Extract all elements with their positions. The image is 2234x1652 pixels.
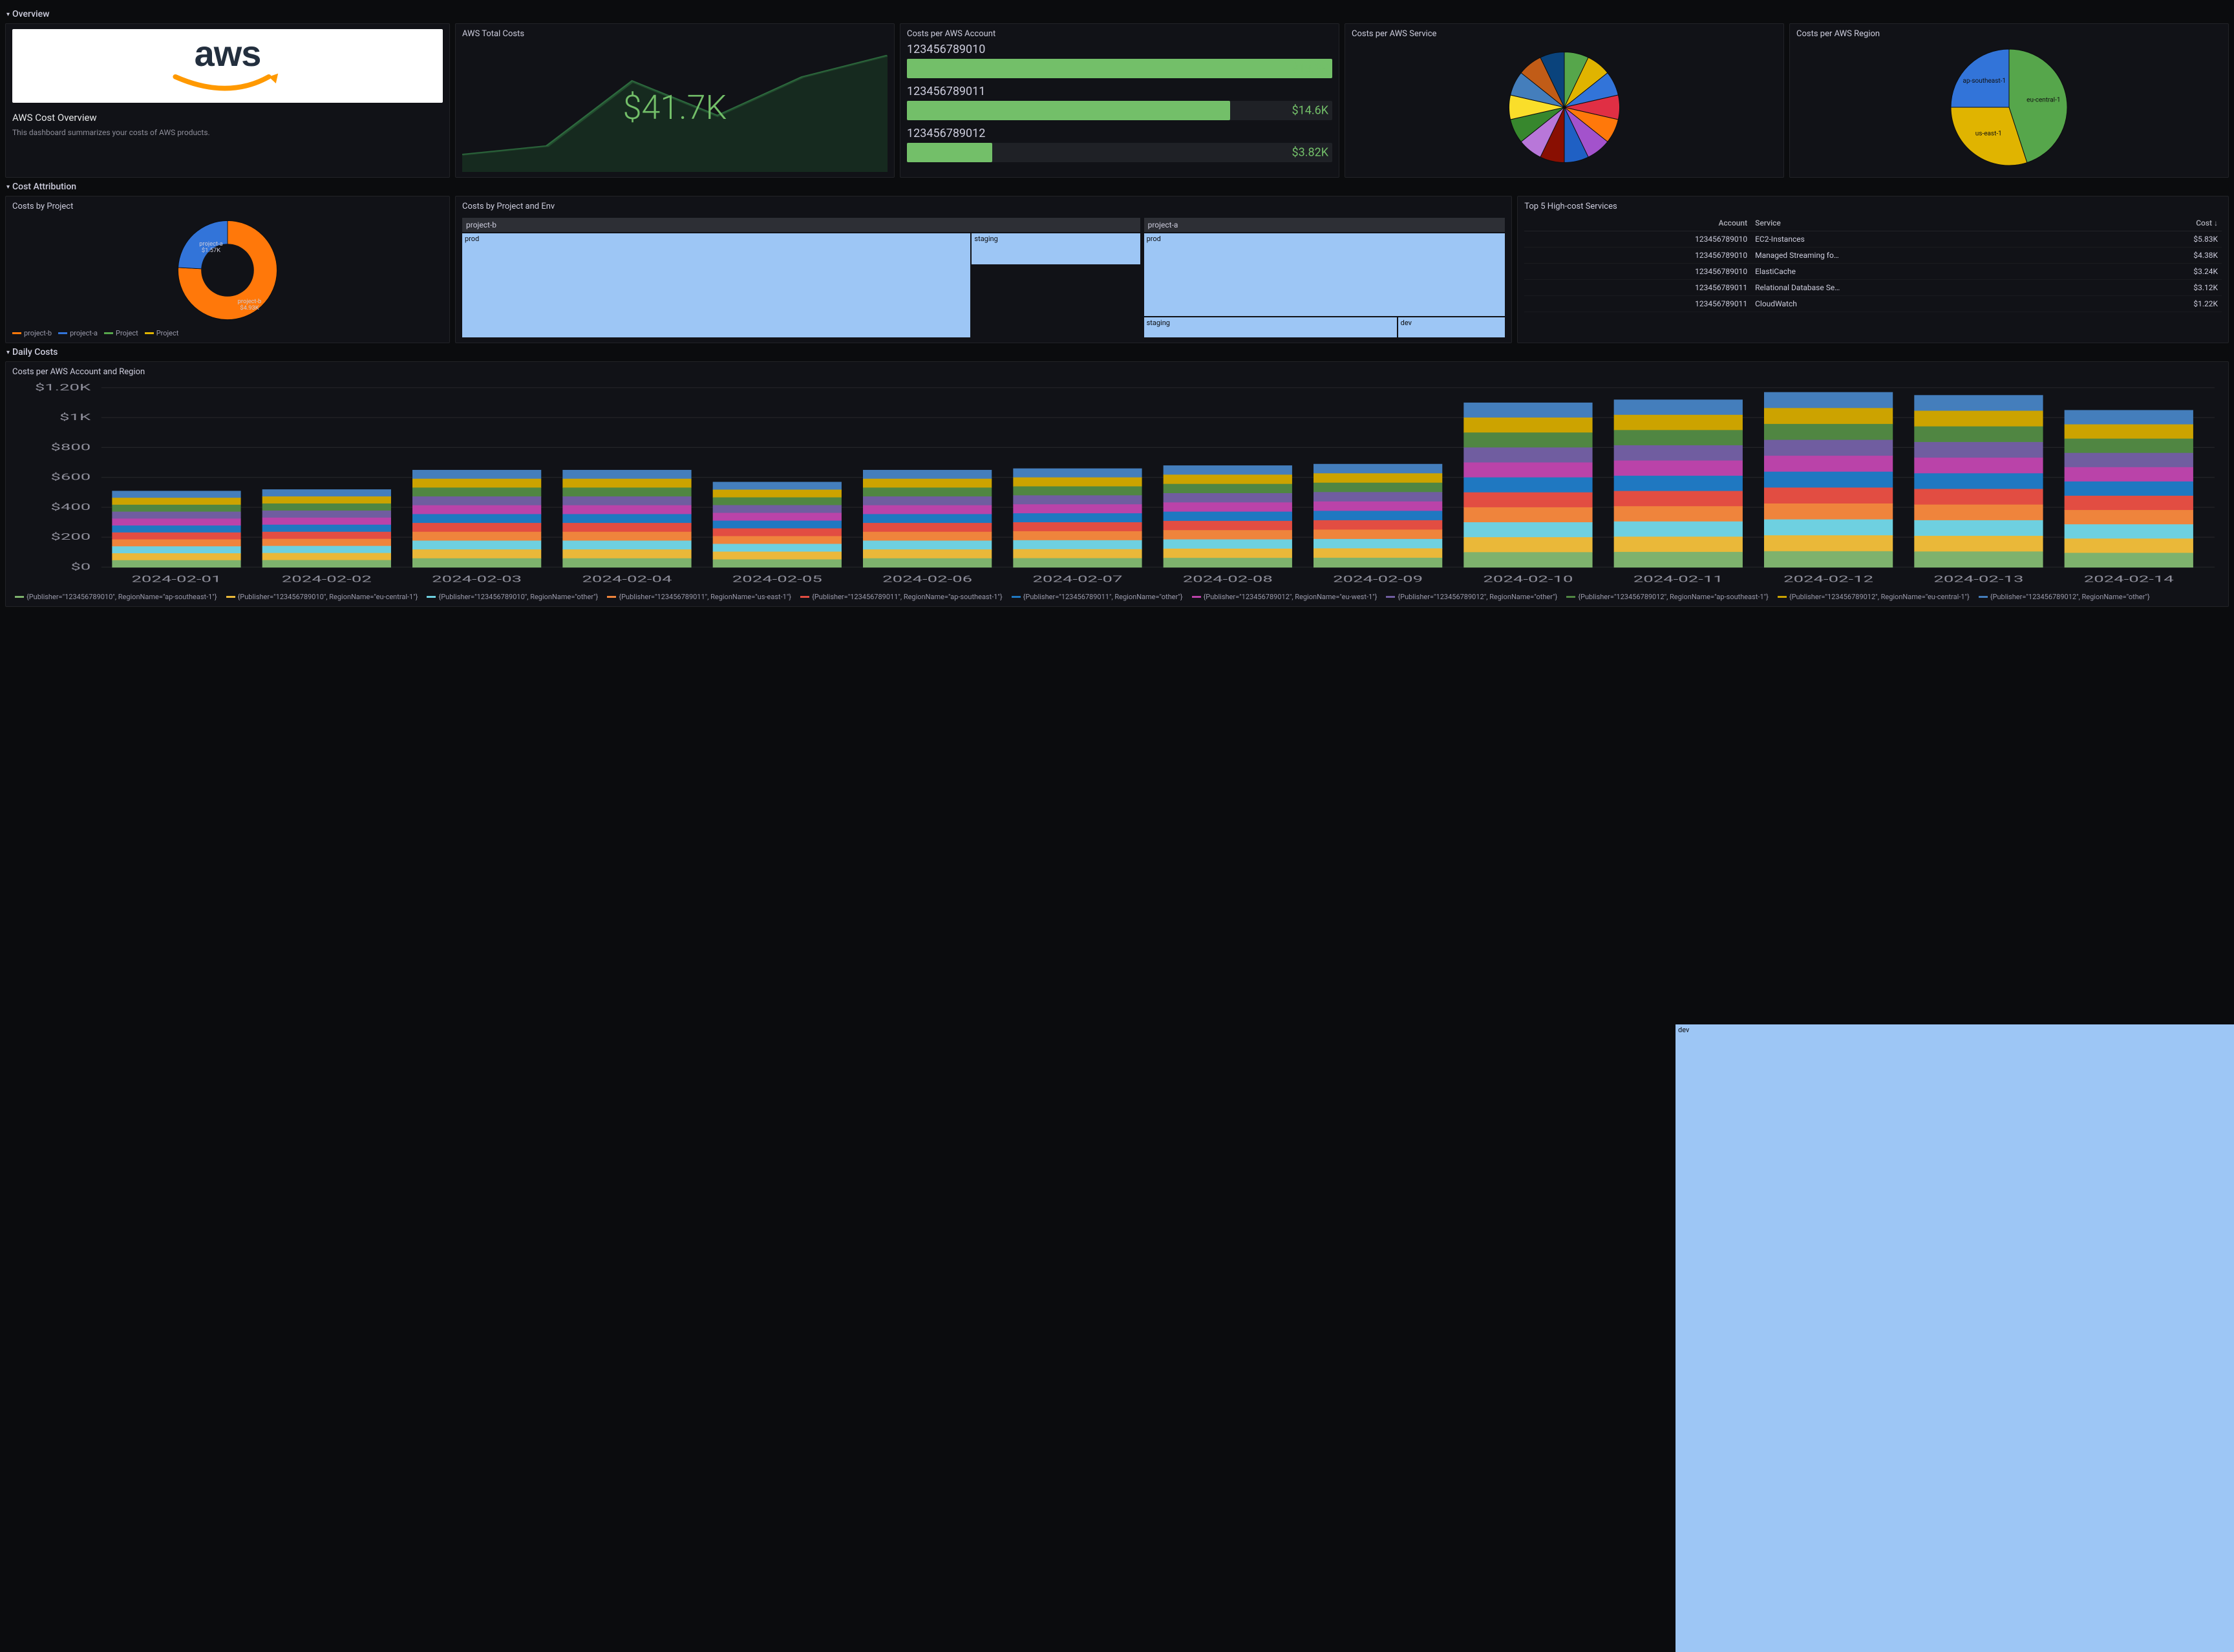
aws-logo: aws	[12, 29, 443, 103]
pie-chart-service	[1503, 46, 1626, 169]
chevron-down-icon: ▾	[6, 11, 10, 18]
account-bar-row: 123456789011 $14.6K	[907, 85, 1332, 120]
panel-logo: aws AWS Cost Overview This dashboard sum…	[5, 23, 450, 178]
svg-text:$400: $400	[50, 502, 90, 512]
legend-item[interactable]: {Publisher="123456789010", RegionName="o…	[427, 593, 598, 601]
svg-text:2024-02-03: 2024-02-03	[432, 575, 522, 584]
chevron-down-icon: ▾	[6, 349, 10, 356]
legend-item[interactable]: project-b	[12, 329, 52, 337]
svg-text:2024-02-13: 2024-02-13	[1933, 575, 2023, 584]
svg-text:2024-02-04: 2024-02-04	[582, 575, 672, 584]
legend-item[interactable]: {Publisher="123456789012", RegionName="o…	[1386, 593, 1557, 601]
panel-title: AWS Total Costs	[462, 29, 888, 39]
treemap-header: project-b	[462, 218, 1140, 232]
legend: {Publisher="123456789010", RegionName="a…	[12, 589, 2222, 601]
legend-item[interactable]: Project	[104, 329, 138, 337]
panel-title: Top 5 High-cost Services	[1524, 202, 2222, 211]
legend-item[interactable]: {Publisher="123456789010", RegionName="e…	[226, 593, 418, 601]
panel-total-costs[interactable]: AWS Total Costs $41.7K	[455, 23, 895, 178]
svg-text:2024-02-14: 2024-02-14	[2084, 575, 2174, 584]
aws-swoosh-icon	[173, 70, 282, 96]
svg-text:$800: $800	[50, 443, 90, 452]
legend-item[interactable]: {Publisher="123456789011", RegionName="a…	[800, 593, 1003, 601]
stacked-bar-chart: $0 $200 $400 $600 $800 $1K $1.20K 2024-02-01 202…	[12, 381, 2222, 589]
svg-text:2024-02-07: 2024-02-07	[1032, 575, 1122, 584]
treemap-header: project-a	[1144, 218, 1505, 232]
svg-text:2024-02-02: 2024-02-02	[282, 575, 372, 584]
legend-item[interactable]: {Publisher="123456789010", RegionName="a…	[15, 593, 217, 601]
svg-text:2024-02-08: 2024-02-08	[1183, 575, 1273, 584]
section-daily-title: Daily Costs	[12, 347, 58, 357]
section-overview-title: Overview	[12, 9, 49, 19]
donut-chart: project-a$1.57K project-b$4.93K	[173, 215, 282, 325]
svg-text:$0: $0	[70, 562, 90, 572]
panel-title: Costs per AWS Account	[907, 29, 1332, 39]
account-bar-row: 123456789012 $3.82K	[907, 127, 1332, 162]
panel-title: Costs per AWS Region	[1796, 29, 2222, 39]
svg-text:$1.20K: $1.20K	[35, 383, 91, 392]
table-row[interactable]: 123456789011CloudWatch$1.22K	[1524, 296, 2222, 312]
svg-text:2024-02-01: 2024-02-01	[131, 575, 221, 584]
legend-item[interactable]: project-a	[58, 329, 98, 337]
panel-top-services[interactable]: Top 5 High-cost Services AccountServiceC…	[1517, 196, 2229, 343]
column-header[interactable]: Service	[1751, 215, 2100, 231]
panel-per-service[interactable]: Costs per AWS Service	[1345, 23, 1784, 178]
panel-per-account[interactable]: Costs per AWS Account 123456789010 $19.3…	[900, 23, 1339, 178]
top-services-table: AccountServiceCost ↓ 123456789010EC2-Ins…	[1524, 215, 2222, 312]
svg-text:$200: $200	[50, 532, 90, 542]
svg-text:eu-central-1: eu-central-1	[2027, 97, 2060, 104]
svg-text:2024-02-12: 2024-02-12	[1783, 575, 1873, 584]
panel-title: Costs by Project and Env	[462, 202, 1505, 211]
table-row[interactable]: 123456789010EC2-Instances$5.83K	[1524, 231, 2222, 248]
legend-item[interactable]: {Publisher="123456789011", RegionName="o…	[1012, 593, 1183, 601]
legend-item[interactable]: {Publisher="123456789012", RegionName="a…	[1566, 593, 1769, 601]
legend-item[interactable]: {Publisher="123456789012", RegionName="e…	[1778, 593, 1970, 601]
legend-item[interactable]: {Publisher="123456789012", RegionName="e…	[1192, 593, 1378, 601]
section-attribution-title: Cost Attribution	[12, 182, 76, 192]
svg-text:project-b$4.93K: project-b$4.93K	[238, 298, 262, 312]
legend-item[interactable]: {Publisher="123456789012", RegionName="o…	[1979, 593, 2150, 601]
table-row[interactable]: 123456789011Relational Database Se…$3.12…	[1524, 280, 2222, 296]
svg-text:$600: $600	[50, 472, 90, 482]
panel-title: Costs per AWS Service	[1352, 29, 1777, 39]
account-bar-row: 123456789010 $19.3K	[907, 43, 1332, 78]
legend-item[interactable]: Project	[145, 329, 179, 337]
section-daily-header[interactable]: ▾ Daily Costs	[5, 343, 2229, 361]
svg-text:2024-02-05: 2024-02-05	[732, 575, 822, 584]
svg-text:us-east-1: us-east-1	[1975, 131, 2002, 138]
column-header[interactable]: Cost ↓	[2100, 215, 2222, 231]
treemap-col-project-b: project-b prod staging dev	[462, 218, 1140, 337]
total-cost-value: $41.7K	[623, 88, 727, 127]
panel-daily[interactable]: Costs per AWS Account and Region $0$200$…	[5, 361, 2229, 607]
panel-by-project[interactable]: Costs by Project project-a$1.57Kproject-…	[5, 196, 450, 343]
section-attribution-header[interactable]: ▾ Cost Attribution	[5, 178, 2229, 196]
svg-text:2024-02-10: 2024-02-10	[1483, 575, 1573, 584]
section-overview-header[interactable]: ▾ Overview	[5, 5, 2229, 23]
svg-text:2024-02-11: 2024-02-11	[1633, 575, 1723, 584]
svg-text:2024-02-06: 2024-02-06	[882, 575, 972, 584]
panel-title: Costs per AWS Account and Region	[12, 367, 2222, 377]
panel-by-project-env[interactable]: Costs by Project and Env project-b prod …	[455, 196, 1512, 343]
svg-text:2024-02-09: 2024-02-09	[1333, 575, 1423, 584]
column-header[interactable]: Account	[1524, 215, 1751, 231]
table-row[interactable]: 123456789010Managed Streaming fo…$4.38K	[1524, 248, 2222, 264]
treemap-col-project-a: project-a prod staging dev	[1144, 218, 1505, 337]
table-row[interactable]: 123456789010ElastiCache$3.24K	[1524, 264, 2222, 280]
svg-text:$1K: $1K	[59, 412, 91, 422]
chevron-down-icon: ▾	[6, 184, 10, 191]
svg-text:ap-southeast-1: ap-southeast-1	[1963, 78, 2006, 85]
panel-title: Costs by Project	[12, 202, 443, 211]
overview-title: AWS Cost Overview	[12, 112, 443, 123]
svg-text:project-a$1.57K: project-a$1.57K	[199, 240, 222, 254]
legend-item[interactable]: {Publisher="123456789011", RegionName="u…	[607, 593, 791, 601]
panel-per-region[interactable]: Costs per AWS Region eu-central-1 us-east…	[1789, 23, 2229, 178]
legend: project-b project-a Project Project	[12, 325, 443, 337]
overview-desc: This dashboard summarizes your costs of …	[12, 127, 443, 138]
pie-chart-region: eu-central-1 us-east-1 ap-southeast-1	[1944, 43, 2074, 172]
